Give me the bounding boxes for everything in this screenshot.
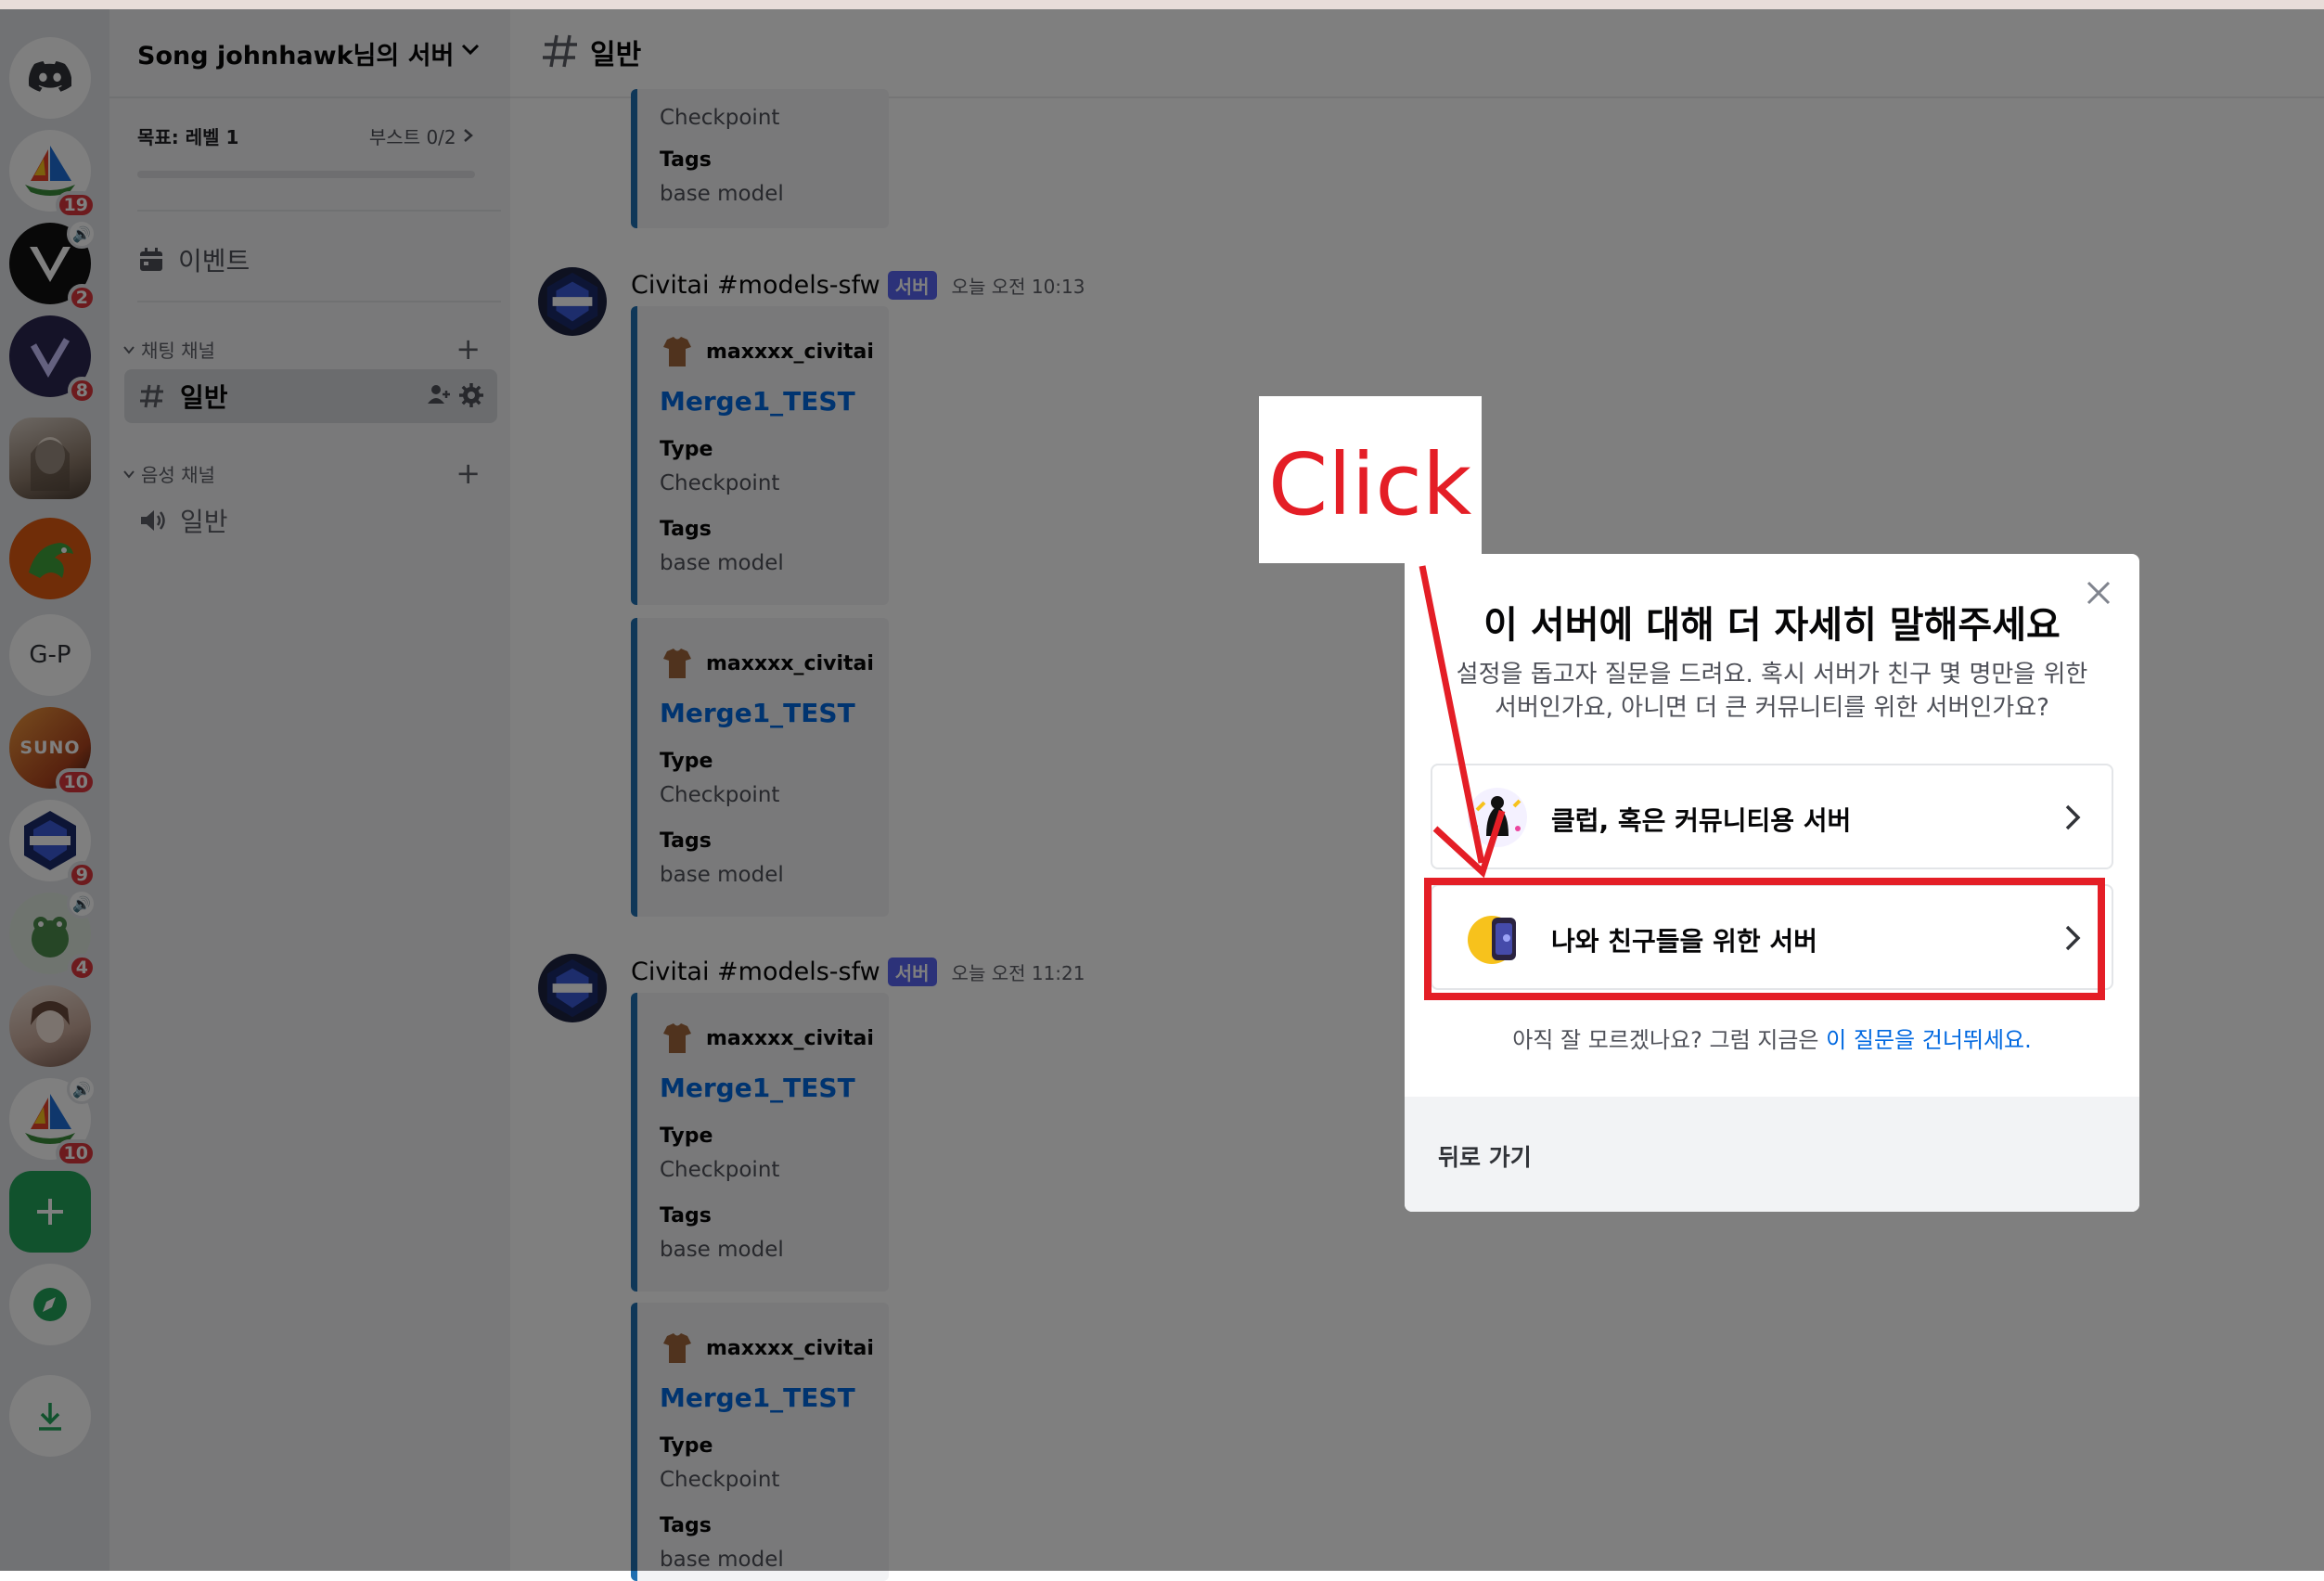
- modal-footer: 뒤로 가기: [1405, 1097, 2139, 1212]
- skip-prefix: 아직 잘 모르겠나요? 그럼 지금은: [1512, 1027, 1827, 1053]
- chevron-right-icon: [2065, 804, 2081, 830]
- option-club-community-button[interactable]: 클럽, 혹은 커뮤니티용 서버: [1431, 764, 2113, 869]
- option-label: 클럽, 혹은 커뮤니티용 서버: [1551, 805, 1852, 836]
- modal-title: 이 서버에 대해 더 자세히 말해주세요: [1483, 604, 2061, 647]
- annotation-highlight-box: [1424, 878, 2105, 1000]
- annotation-text: Click: [1268, 435, 1472, 534]
- annotation-callout: Click: [1259, 396, 1482, 563]
- skip-question-link[interactable]: 이 질문을 건너뛰세요.: [1826, 1027, 2032, 1053]
- window-top-edge: [0, 0, 2324, 9]
- skip-question-text: 아직 잘 모르겠나요? 그럼 지금은 이 질문을 건너뛰세요.: [1405, 1022, 2139, 1054]
- community-illustration-icon: [1468, 788, 1527, 847]
- back-button[interactable]: 뒤로 가기: [1438, 1139, 1532, 1173]
- modal-subtitle: 설정을 돕고자 질문을 드려요. 혹시 서버가 친구 몇 명만을 위한 서버인가…: [1456, 661, 2088, 722]
